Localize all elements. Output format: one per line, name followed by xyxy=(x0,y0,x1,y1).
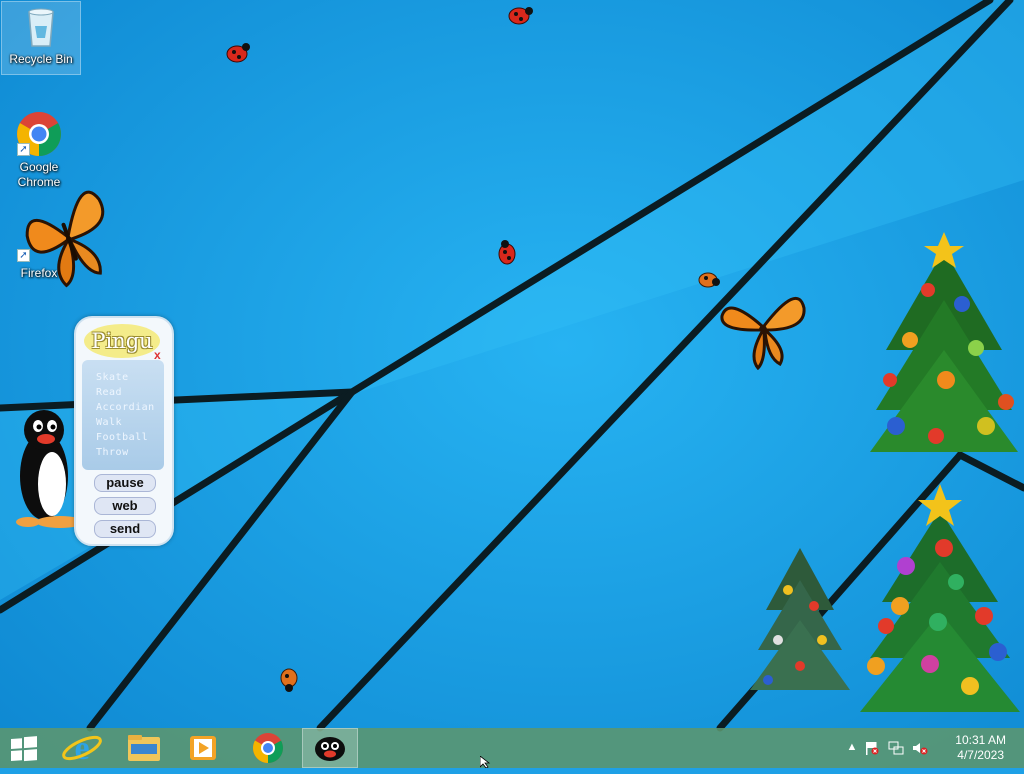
pingu-action-skate[interactable]: Skate xyxy=(96,370,164,385)
shortcut-arrow-icon: ➚ xyxy=(17,143,30,156)
pingu-action-menu: Skate Read Accordian Walk Football Throw xyxy=(82,360,164,470)
clock-date: 4/7/2023 xyxy=(957,748,1004,762)
file-explorer-taskbar-button[interactable] xyxy=(116,728,172,768)
chrome-icon xyxy=(252,733,284,763)
folder-icon xyxy=(128,735,160,761)
system-tray: ▲ 10:31 AM 4/7/2023 xyxy=(844,728,1024,768)
pingu-action-walk[interactable]: Walk xyxy=(96,415,164,430)
pingu-icon xyxy=(315,737,345,761)
send-button[interactable]: send xyxy=(94,520,156,538)
pingu-taskbar-button[interactable] xyxy=(302,728,358,768)
chrome-icon: ➚ xyxy=(15,110,63,158)
butterfly-icon xyxy=(720,296,806,370)
pingu-action-football[interactable]: Football xyxy=(96,430,164,445)
christmas-tree-icon xyxy=(860,484,1020,712)
recycle-bin-icon xyxy=(17,2,65,50)
ladybug-icon xyxy=(508,7,533,25)
ladybug-icon xyxy=(226,43,250,63)
web-button[interactable]: web xyxy=(94,497,156,515)
clock[interactable]: 10:31 AM 4/7/2023 xyxy=(955,733,1006,763)
pingu-action-accordian[interactable]: Accordian xyxy=(96,400,164,415)
google-chrome-desktop-icon[interactable]: ➚ Google Chrome xyxy=(0,110,78,190)
mouse-cursor-icon xyxy=(480,756,491,768)
windows-logo-icon xyxy=(11,736,37,762)
taskbar: e ▲ 10:31 AM 4/7/2023 xyxy=(0,728,1024,768)
media-player-taskbar-button[interactable] xyxy=(176,728,232,768)
svg-text:e: e xyxy=(74,730,89,767)
internet-explorer-taskbar-button[interactable]: e xyxy=(54,728,110,768)
ladybug-icon xyxy=(698,272,720,288)
christmas-tree-icon xyxy=(750,548,850,690)
ladybug-icon xyxy=(280,668,298,692)
show-hidden-icons-chevron-icon[interactable]: ▲ xyxy=(844,741,860,755)
media-player-icon xyxy=(190,736,216,760)
butterfly-icon xyxy=(25,190,105,288)
recycle-bin-desktop-icon[interactable]: Recycle Bin xyxy=(1,1,81,75)
ladybug-icon xyxy=(498,240,516,265)
clock-time: 10:31 AM xyxy=(955,733,1006,747)
volume-muted-icon[interactable] xyxy=(912,741,928,755)
pause-button[interactable]: pause xyxy=(94,474,156,492)
network-icon[interactable] xyxy=(888,741,904,755)
pingu-title: Pingu xyxy=(84,324,160,358)
action-center-flag-icon[interactable] xyxy=(864,741,880,755)
christmas-tree-icon xyxy=(870,232,1018,452)
pingu-action-read[interactable]: Read xyxy=(96,385,164,400)
pingu-widget: Pingu x Skate Read Accordian Walk Footba… xyxy=(74,316,174,546)
internet-explorer-icon: e xyxy=(62,730,102,767)
start-button[interactable] xyxy=(0,728,48,768)
google-chrome-taskbar-button[interactable] xyxy=(240,728,296,768)
pingu-action-throw[interactable]: Throw xyxy=(96,445,164,460)
recycle-bin-label: Recycle Bin xyxy=(9,52,73,66)
